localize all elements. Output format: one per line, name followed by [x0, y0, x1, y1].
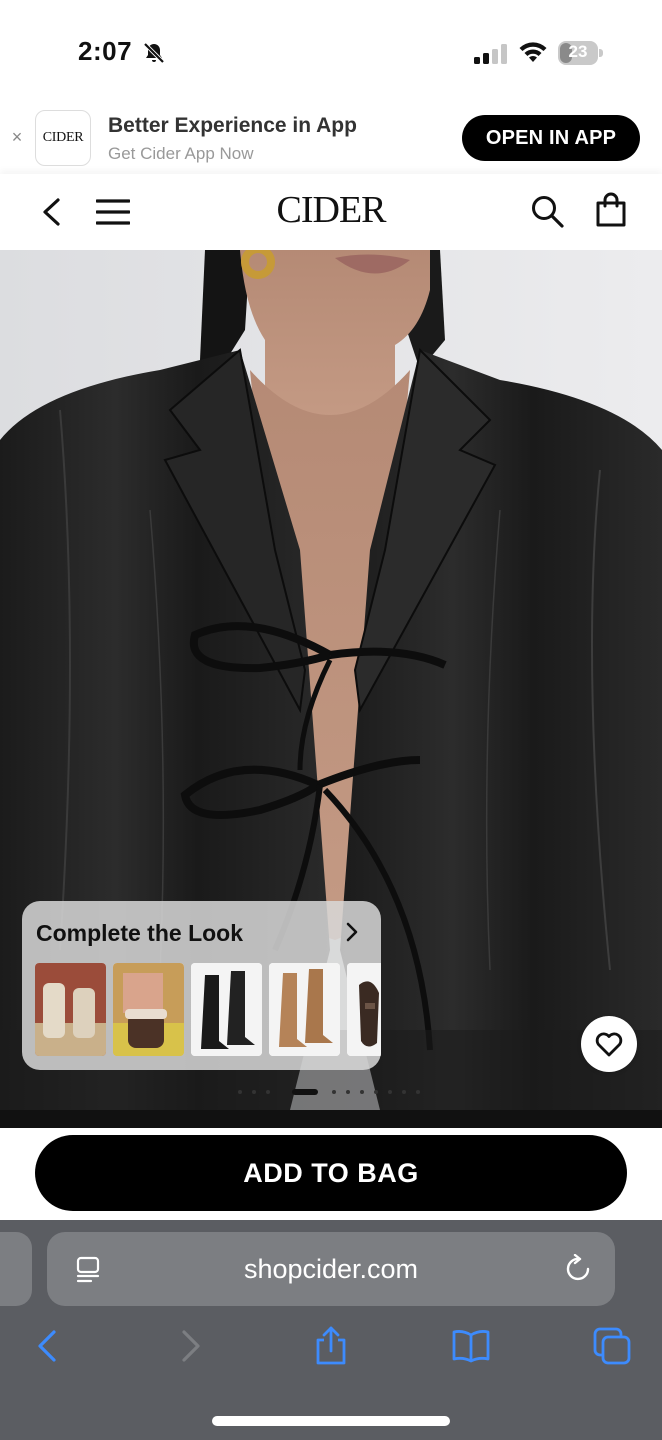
site-header: CIDER: [0, 174, 662, 250]
heart-icon: [595, 1032, 623, 1057]
battery-level: 23: [568, 42, 588, 61]
address-bar[interactable]: shopcider.com: [47, 1232, 615, 1306]
banner-close-icon[interactable]: ×: [8, 128, 26, 146]
chevron-right-icon[interactable]: [344, 921, 360, 943]
complete-the-look-card[interactable]: Complete the Look: [22, 901, 381, 1070]
bookmarks-icon[interactable]: [451, 1326, 491, 1366]
tan-knee-boots-image: [269, 963, 340, 1056]
tabs-icon[interactable]: [592, 1326, 632, 1366]
black-knee-boots-image: [191, 963, 262, 1056]
carousel-indicator: [238, 1089, 420, 1095]
cider-logo[interactable]: CIDER: [231, 188, 431, 232]
back-chevron-icon[interactable]: [38, 196, 64, 228]
favorite-button[interactable]: [581, 1016, 637, 1072]
share-icon[interactable]: [311, 1326, 351, 1366]
brown-fur-boots-image: [113, 963, 184, 1056]
add-to-bag-bar: ADD TO BAG: [0, 1128, 662, 1220]
look-item-thumbnail[interactable]: [191, 963, 262, 1056]
battery-icon: 23: [558, 41, 604, 65]
add-to-bag-button[interactable]: ADD TO BAG: [35, 1135, 627, 1211]
reload-icon[interactable]: [565, 1254, 593, 1284]
bell-off-icon: [143, 42, 165, 64]
search-icon[interactable]: [530, 194, 564, 228]
status-time: 2:07: [78, 36, 133, 66]
cellular-signal-icon: [474, 44, 507, 64]
open-in-app-button[interactable]: OPEN IN APP: [462, 115, 640, 161]
app-install-banner: × CIDER Better Experience in App Get Cid…: [0, 106, 662, 174]
look-item-thumbnail[interactable]: [269, 963, 340, 1056]
forward-arrow-icon[interactable]: [170, 1326, 210, 1366]
beige-boots-image: [35, 963, 106, 1056]
app-logo: CIDER: [35, 110, 91, 166]
complete-the-look-title: Complete the Look: [36, 920, 244, 946]
banner-subtitle: Get Cider App Now: [108, 144, 254, 163]
browser-toolbar: shopcider.com: [0, 1220, 662, 1440]
shopping-bag-icon[interactable]: [594, 192, 628, 228]
home-indicator[interactable]: [212, 1416, 450, 1426]
black-loafer-image: [347, 963, 381, 1056]
hamburger-menu-icon[interactable]: [96, 198, 130, 226]
look-item-thumbnail[interactable]: [35, 963, 106, 1056]
image-bottom-strip: [0, 1110, 662, 1128]
back-arrow-icon[interactable]: [28, 1326, 68, 1366]
wifi-icon: [519, 42, 547, 62]
look-item-thumbnail[interactable]: [113, 963, 184, 1056]
url-text: shopcider.com: [243, 1254, 419, 1284]
status-bar: 2:07 23: [0, 0, 662, 106]
previous-tab-peek[interactable]: [0, 1232, 32, 1306]
look-item-thumbnail[interactable]: [347, 963, 381, 1056]
banner-title: Better Experience in App: [108, 114, 357, 137]
